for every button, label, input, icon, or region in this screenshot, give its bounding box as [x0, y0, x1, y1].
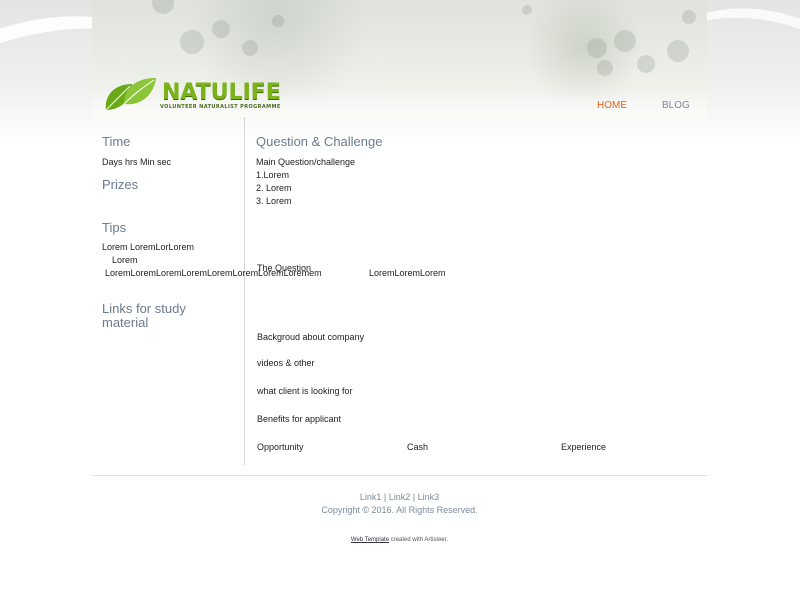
- bokeh-decoration: [637, 55, 655, 73]
- bokeh-decoration: [614, 30, 636, 52]
- bokeh-decoration: [667, 40, 689, 62]
- footer-credit-link[interactable]: Web Template: [351, 537, 389, 543]
- bokeh-decoration: [682, 10, 696, 24]
- footer-divider: [92, 475, 707, 476]
- main-subtitle: Main Question/challenge: [256, 157, 356, 167]
- footer-links: Link1 | Link2 | Link3: [92, 492, 707, 502]
- page-title: Question & Challenge: [256, 134, 383, 149]
- bokeh-decoration: [242, 40, 258, 56]
- list-item: 2. Lorem: [256, 183, 292, 193]
- sidebar-tips-line: Lorem LoremLorLorem: [102, 242, 195, 252]
- footer-separator: |: [412, 492, 416, 502]
- footer-credit: Web Template created with Artisteer.: [92, 537, 707, 543]
- sidebar: Time Days hrs Min sec Prizes Tips Lorem …: [92, 117, 322, 465]
- content-area: Time Days hrs Min sec Prizes Tips Lorem …: [92, 117, 707, 465]
- client-section: what client is looking for: [257, 386, 353, 396]
- bokeh-decoration: [272, 15, 284, 27]
- bokeh-decoration: [180, 30, 204, 54]
- sidebar-heading-tips: Tips: [102, 220, 127, 235]
- footer-credit-text: created with Artisteer.: [390, 537, 449, 543]
- bokeh-decoration: [212, 20, 230, 38]
- footer-link-2[interactable]: Link2: [389, 492, 411, 502]
- main-nav: HOME BLOG: [92, 100, 707, 114]
- videos-section: videos & other: [257, 358, 315, 368]
- bokeh-decoration: [587, 38, 607, 58]
- benefits-section: Benefits for applicant: [257, 414, 342, 424]
- list-item: 3. Lorem: [256, 196, 292, 206]
- benefit-item-experience: Experience: [561, 442, 607, 452]
- footer-copyright: Copyright © 2016. All Rights Reserved.: [321, 505, 478, 515]
- page-container: NATULIFE VOLUNTEER NATURALIST PROGRAMME …: [92, 0, 707, 465]
- benefit-item-cash: Cash: [407, 442, 429, 452]
- sidebar-heading-time: Time: [102, 134, 131, 149]
- benefit-item-opportunity: Opportunity: [257, 442, 304, 452]
- overflow-text: LoremLoremLorem: [369, 268, 446, 278]
- footer-separator: |: [383, 492, 387, 502]
- footer-link-1[interactable]: Link1: [360, 492, 382, 502]
- sidebar-time-text: Days hrs Min sec: [102, 157, 172, 167]
- footer-link-3[interactable]: Link3: [418, 492, 440, 502]
- main-content: Question & Challenge Main Question/chall…: [246, 117, 707, 465]
- bokeh-decoration: [597, 60, 613, 76]
- sidebar-heading-links-1: Links for study: [102, 301, 186, 316]
- nav-item-blog[interactable]: BLOG: [662, 100, 690, 111]
- list-item: 1.Lorem: [256, 170, 290, 180]
- background-section: Backgroud about company: [257, 332, 365, 342]
- question-heading: The Question: [257, 263, 312, 273]
- sidebar-heading-prizes: Prizes: [102, 177, 139, 192]
- sidebar-tips-line: Lorem: [112, 255, 138, 265]
- sidebar-heading-links-2: material: [102, 315, 149, 330]
- header: NATULIFE VOLUNTEER NATURALIST PROGRAMME …: [92, 0, 707, 117]
- nav-item-home[interactable]: HOME: [597, 100, 627, 111]
- bokeh-decoration: [522, 5, 532, 15]
- bokeh-decoration: [152, 0, 174, 14]
